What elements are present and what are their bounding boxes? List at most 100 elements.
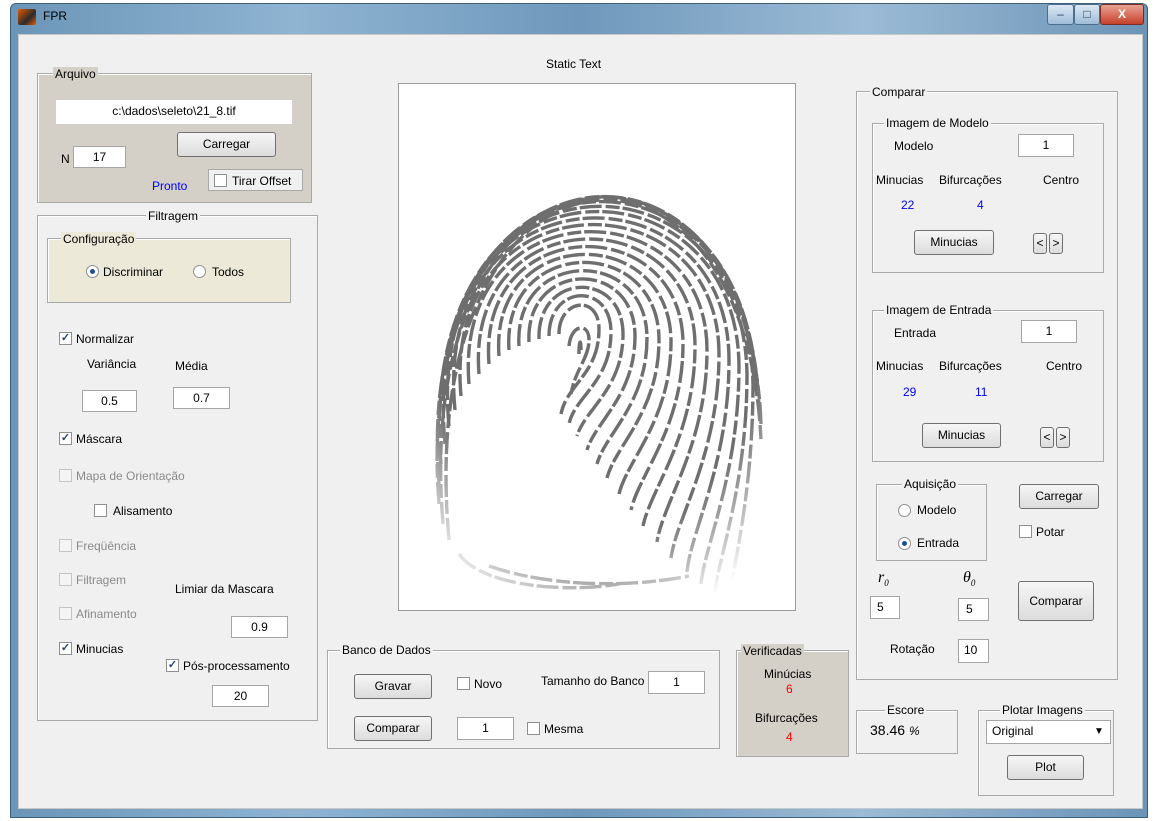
tamanho-field[interactable]: 1 bbox=[648, 671, 705, 694]
alisamento-checkbox[interactable] bbox=[94, 504, 107, 517]
theta0-subscript: 0 bbox=[970, 578, 976, 589]
entrada-next-button[interactable]: > bbox=[1056, 427, 1070, 448]
media-field[interactable]: 0.7 bbox=[173, 387, 230, 409]
verificadas-bif-value: 4 bbox=[786, 730, 793, 744]
aquisicao-modelo-label: Modelo bbox=[917, 503, 957, 517]
aquisicao-modelo-radio[interactable] bbox=[898, 504, 911, 517]
modelo-minucias-label: Minucias bbox=[876, 173, 924, 187]
variancia-label: Variância bbox=[87, 357, 137, 371]
offset-label: Tirar Offset bbox=[232, 174, 292, 188]
entrada-bif-label: Bifurcações bbox=[939, 359, 1002, 373]
gravar-button[interactable]: Gravar bbox=[354, 674, 432, 699]
plot-button[interactable]: Plot bbox=[1007, 755, 1084, 780]
chevron-down-icon[interactable]: ▼ bbox=[1090, 723, 1108, 741]
close-button[interactable]: X bbox=[1100, 4, 1144, 25]
discriminar-radio[interactable] bbox=[86, 265, 99, 278]
modelo-prev-button[interactable]: < bbox=[1033, 233, 1047, 254]
entrada-minucias-label: Minucias bbox=[876, 359, 924, 373]
mesma-checkbox[interactable] bbox=[527, 722, 540, 735]
modelo-title: Imagem de Modelo bbox=[884, 116, 991, 130]
pos-processamento-label: Pós-processamento bbox=[183, 659, 290, 673]
maximize-button[interactable]: □ bbox=[1074, 4, 1100, 25]
offset-checkbox[interactable] bbox=[214, 174, 227, 187]
novo-checkbox[interactable] bbox=[457, 677, 470, 690]
escore-display: 38.46 % bbox=[870, 722, 920, 738]
entrada-prev-button[interactable]: < bbox=[1040, 427, 1054, 448]
plot-image-selected: Original bbox=[992, 724, 1034, 738]
fingerprint-image bbox=[399, 84, 795, 610]
verificadas-minucias-value: 6 bbox=[786, 682, 793, 696]
escore-title: Escore bbox=[885, 703, 927, 717]
plot-image-select[interactable]: Original ▼ bbox=[986, 720, 1111, 744]
status-text: Pronto bbox=[152, 179, 188, 193]
potar-checkbox[interactable] bbox=[1019, 525, 1032, 538]
modelo-field[interactable]: 1 bbox=[1018, 134, 1074, 157]
media-label: Média bbox=[175, 359, 208, 373]
banco-index-field[interactable]: 1 bbox=[457, 717, 514, 740]
fingerprint-axes bbox=[398, 83, 796, 611]
normalizar-checkbox[interactable]: ✓ bbox=[59, 332, 72, 345]
modelo-minucias-value: 22 bbox=[901, 198, 915, 212]
minucias-checkbox[interactable]: ✓ bbox=[59, 642, 72, 655]
mascara-checkbox[interactable]: ✓ bbox=[59, 432, 72, 445]
entrada-field[interactable]: 1 bbox=[1021, 320, 1077, 343]
tamanho-label: Tamanho do Banco bbox=[541, 674, 645, 688]
comparar-button[interactable]: Comparar bbox=[1018, 581, 1094, 621]
comparar-banco-button[interactable]: Comparar bbox=[354, 716, 432, 741]
aquisicao-entrada-radio[interactable] bbox=[898, 537, 911, 550]
entrada-minucias-button[interactable]: Minucias bbox=[922, 423, 1001, 448]
filtragem-label: Filtragem bbox=[76, 573, 127, 587]
frequencia-label: Freqüência bbox=[76, 539, 137, 553]
n-label: N bbox=[61, 152, 70, 166]
configuracao-title: Configuração bbox=[61, 232, 137, 246]
r0-symbol: r0 bbox=[878, 569, 889, 588]
afinamento-label: Afinamento bbox=[76, 607, 137, 621]
modelo-bif-value: 4 bbox=[977, 198, 984, 212]
entrada-minucias-value: 29 bbox=[903, 385, 917, 399]
minucias-label: Minucias bbox=[76, 642, 124, 656]
title-bar[interactable] bbox=[10, 3, 1148, 33]
alisamento-label: Alisamento bbox=[113, 504, 173, 518]
rotacao-field[interactable]: 10 bbox=[958, 639, 989, 663]
rotacao-label: Rotação bbox=[890, 642, 935, 656]
pos-processamento-checkbox[interactable]: ✓ bbox=[166, 659, 179, 672]
arquivo-title: Arquivo bbox=[53, 67, 98, 81]
minimize-button[interactable]: – bbox=[1047, 4, 1074, 25]
mapa-label: Mapa de Orientação bbox=[76, 469, 185, 483]
n-field[interactable]: 17 bbox=[73, 146, 126, 168]
filtragem-title: Filtragem bbox=[146, 209, 201, 223]
entrada-centro-label: Centro bbox=[1046, 359, 1083, 373]
limiar-field[interactable]: 0.9 bbox=[231, 616, 288, 638]
entrada-bif-value: 11 bbox=[975, 385, 988, 399]
potar-label: Potar bbox=[1036, 525, 1065, 539]
afinamento-checkbox[interactable] bbox=[59, 607, 72, 620]
aquisicao-entrada-label: Entrada bbox=[917, 536, 960, 550]
banco-title: Banco de Dados bbox=[340, 643, 433, 657]
aquisicao-carregar-button[interactable]: Carregar bbox=[1019, 484, 1099, 509]
mascara-label: Máscara bbox=[76, 432, 123, 446]
todos-label: Todos bbox=[212, 265, 245, 279]
static-text: Static Text bbox=[546, 57, 602, 71]
entrada-title: Imagem de Entrada bbox=[884, 303, 994, 317]
discriminar-label: Discriminar bbox=[103, 265, 163, 279]
r0-subscript: 0 bbox=[884, 578, 889, 589]
modelo-next-button[interactable]: > bbox=[1049, 233, 1063, 254]
modelo-minucias-button[interactable]: Minucias bbox=[914, 230, 994, 255]
matlab-icon bbox=[18, 9, 36, 25]
theta0-field[interactable]: 5 bbox=[958, 598, 989, 621]
variancia-field[interactable]: 0.5 bbox=[82, 390, 137, 412]
mapa-checkbox[interactable] bbox=[59, 469, 72, 482]
limiar-label: Limiar da Mascara bbox=[175, 582, 274, 596]
todos-radio[interactable] bbox=[193, 265, 206, 278]
filtragem-checkbox[interactable] bbox=[59, 573, 72, 586]
modelo-label: Modelo bbox=[894, 139, 934, 153]
r0-field[interactable]: 5 bbox=[870, 596, 900, 619]
file-path-field[interactable]: c:\dados\seleto\21_8.tif bbox=[56, 100, 292, 124]
frequencia-checkbox[interactable] bbox=[59, 539, 72, 552]
aquisicao-title: Aquisição bbox=[902, 477, 959, 491]
load-file-button[interactable]: Carregar bbox=[177, 132, 276, 157]
entrada-label: Entrada bbox=[894, 326, 937, 340]
modelo-bif-label: Bifurcações bbox=[939, 173, 1002, 187]
theta0-letter: θ bbox=[963, 569, 971, 586]
pos-processamento-field[interactable]: 20 bbox=[212, 685, 269, 707]
